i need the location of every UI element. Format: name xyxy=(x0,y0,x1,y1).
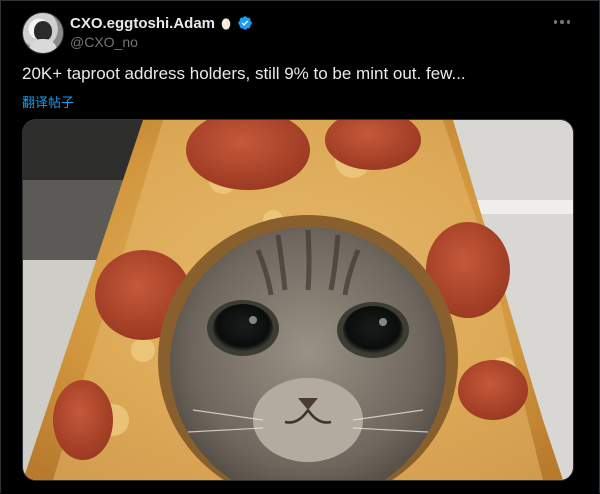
author-display-name[interactable]: CXO.eggtoshi.Adam xyxy=(70,15,215,32)
tweet-media-image[interactable] xyxy=(22,119,574,481)
author-handle[interactable]: @CXO_no xyxy=(70,34,138,50)
avatar-face xyxy=(34,21,52,41)
more-dot-icon xyxy=(560,20,564,24)
author-name-row: CXO.eggtoshi.Adam xyxy=(70,13,253,33)
more-options-button[interactable] xyxy=(548,12,576,32)
egg-icon xyxy=(221,17,231,30)
avatar[interactable] xyxy=(22,12,64,54)
more-dot-icon xyxy=(566,20,571,24)
translate-post-link[interactable]: 翻译帖子 xyxy=(22,92,74,111)
verified-badge-icon xyxy=(238,16,252,30)
more-dot-icon xyxy=(553,20,558,24)
avatar-body xyxy=(29,39,57,53)
cat-in-pizza-slice-photo xyxy=(23,120,573,480)
tweet-text: 20K+ taproot address holders, still 9% t… xyxy=(22,64,466,83)
